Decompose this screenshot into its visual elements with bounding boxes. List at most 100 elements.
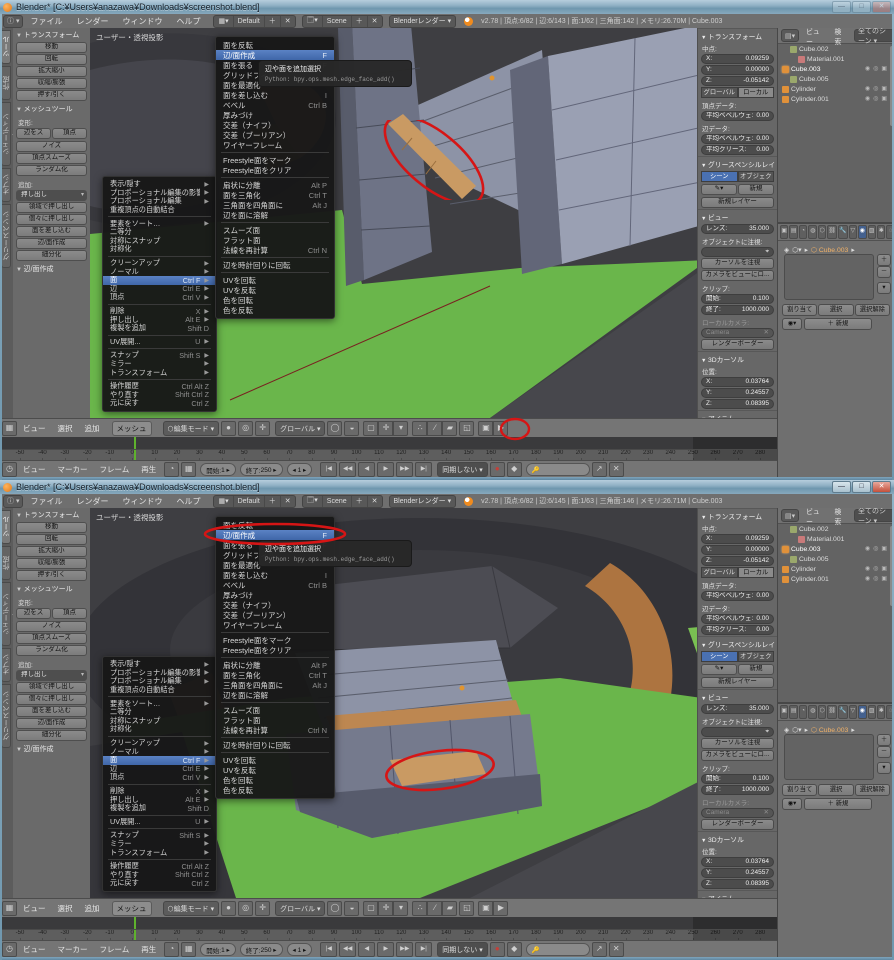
visibility-eye-icon[interactable]: ◉ [865,545,870,552]
vertex-slide-button[interactable]: 頂点 [52,608,87,619]
gpencil-new-button[interactable]: 新規 [738,664,774,675]
sync-dropdown[interactable]: 同期しない ▾ [437,942,487,957]
face-submenu-item-28[interactable]: 色を回転 [216,775,334,785]
add-button-3[interactable]: 辺/面作成 [16,238,87,249]
panel-header-operator[interactable]: 辺/面作成 [13,262,90,275]
face-submenu-item-5[interactable]: 面を差し込むI [216,90,334,100]
slot-specials-button[interactable]: ▾ [877,282,891,294]
layout-add-button[interactable]: ＋ [265,496,281,507]
properties-tab-material[interactable]: ◉ [858,705,866,719]
viewport-shading-dropdown[interactable]: ● [221,901,236,916]
gpencil-object-toggle[interactable]: オブジェクト [738,171,775,182]
toolshelf-tab-3[interactable]: オプション [1,648,11,682]
close-button[interactable]: ✕ [872,1,891,13]
face-submenu-item-29[interactable]: 色を反転 [216,785,334,795]
space-toggle[interactable]: グローバルローカル [701,87,774,98]
timeline-canvas[interactable] [0,917,777,929]
properties-tab-render-layers[interactable]: ▤ [789,225,797,239]
occlude-geometry-icon[interactable]: ◱ [459,901,474,916]
visibility-eye-icon[interactable]: ◉ [865,95,870,102]
face-submenu-item-22[interactable]: 法線を再計算Ctrl N [216,245,334,255]
frame-lock-icon[interactable]: ▦ [181,462,196,477]
material-slot-list[interactable] [784,254,874,300]
scene-add-button[interactable]: ＋ [352,496,368,507]
prev-keyframe-button[interactable]: ◀◀ [339,462,356,477]
manipulator-icon[interactable]: ✛ [255,901,270,916]
current-frame-playhead[interactable] [134,437,136,449]
face-submenu-item-17[interactable]: 三角面を四角面にAlt J [216,680,334,690]
slot-specials-button[interactable]: ▾ [877,762,891,774]
layout-add-button[interactable]: ＋ [265,16,281,27]
slot-op-0[interactable]: 割り当て [782,304,817,316]
face-submenu-item-10[interactable]: ワイヤーフレーム [216,620,334,630]
next-keyframe-button[interactable]: ▶▶ [396,942,413,957]
keying-set-icon[interactable]: ◆ [507,462,522,477]
proportional-edit-icon[interactable]: ◯ [327,421,342,436]
pivot-point-dropdown[interactable]: ◎ [238,901,253,916]
menu-3[interactable]: ヘルプ [176,16,200,27]
tool-button-4[interactable]: 押す/引く [16,570,87,581]
slot-add-button[interactable]: ＋ [877,254,891,266]
mesh-context-menu-item-18[interactable]: 複製を追加Shift D [103,324,216,333]
vertex-slide-button[interactable]: 頂点 [52,128,87,139]
scene-add-button[interactable]: ＋ [352,16,368,27]
layout-delete-icon[interactable]: ✕ [281,16,295,27]
mesh-context-menu-item-24[interactable]: トランスフォーム▶ [103,368,216,377]
toolshelf-tab-1[interactable]: 作成 [1,66,11,100]
local-camera-field[interactable]: Camera✕ [701,328,774,338]
new-layer-button[interactable]: 新規レイヤー [701,197,774,208]
record-button[interactable]: ● [490,462,505,477]
face-submenu-item-27[interactable]: UVを反転 [216,765,334,775]
outliner-row-1[interactable]: Material.001 [778,534,894,544]
cursor-field-0[interactable]: X:0.03764 [701,377,774,387]
editor-type-button[interactable]: ⓘ ▾ [3,15,23,28]
face-submenu-item-8[interactable]: 交差（ナイフ） [216,120,334,130]
next-keyframe-button[interactable]: ▶▶ [396,462,413,477]
menu-1[interactable]: レンダー [76,16,108,27]
clip-end-field[interactable]: 終了:1000.000 [701,305,774,315]
mesh-context-menu-item-8[interactable]: 対称化 [103,725,216,734]
median-field-1[interactable]: Y:0.00000 [701,545,774,555]
face-submenu-item-26[interactable]: UVを回転 [216,275,334,285]
tool-button-3[interactable]: 収縮/膨張 [16,558,87,569]
mesh-context-menu-item-20[interactable]: UV展開...U▶ [103,338,216,347]
mesh-context-menu-item-3[interactable]: 重複頂点の自動結合 [103,686,216,695]
minimize-button[interactable]: — [832,1,851,13]
renderable-camera-icon[interactable]: ▣ [881,85,887,92]
outliner-row-3[interactable]: Cube.005 [778,554,894,564]
properties-tab-texture[interactable]: ▨ [868,225,876,239]
renderable-camera-icon[interactable]: ▣ [881,65,887,72]
maximize-button[interactable]: □ [852,481,871,493]
mesh-context-menu-item-28[interactable]: 元に戻すCtrl Z [103,879,216,888]
face-submenu-item-6[interactable]: ベベルCtrl B [216,100,334,110]
timeline-menu-0[interactable]: ビュー [23,944,46,955]
global-toggle[interactable]: グローバル [701,87,738,98]
vertex-bevel-field[interactable]: 平均ベベルウェ:0.00 [701,111,774,121]
outliner-row-4[interactable]: Cylinder◉◎▣ [778,84,894,94]
global-toggle[interactable]: グローバル [701,567,738,578]
menu-3[interactable]: ヘルプ [176,496,200,507]
properties-tab-data[interactable]: ▽ [849,705,857,719]
screen-layout-selector[interactable]: ▦▾Default＋✕ [213,495,295,508]
edge-slide-button[interactable]: 辺をス [16,608,51,619]
face-submenu-item-9[interactable]: 交差（ブーリアン） [216,130,334,140]
lens-field[interactable]: レンズ:35.000 [701,224,774,234]
select-mode-face-icon[interactable]: ▰ [442,421,457,436]
timeline-editor-type-button[interactable]: ◷ [2,462,17,477]
face-submenu-item-12[interactable]: Freestyle面をマーク [216,635,334,645]
outliner-editor-type-button[interactable]: ▤▾ [781,29,799,42]
panel-header-transform[interactable]: トランスフォーム [13,28,90,41]
view3d-menu-0[interactable]: ビュー [23,423,46,434]
add-button-1[interactable]: 個々に押し出し [16,694,87,705]
panel-header-operator[interactable]: 辺/面作成 [13,742,90,755]
edge-bevel-field[interactable]: 平均ベベルウェ:0.00 [701,614,774,624]
renderable-camera-icon[interactable]: ▣ [881,545,887,552]
viewport-3d[interactable]: ユーザー・透視投影表示/隠す▶プロポーショナル編集の影響減衰タイプ▶プロポーショ… [90,508,777,898]
current-frame-field[interactable]: ◂ 1 ▸ [287,943,313,956]
opengl-render-still-icon[interactable]: ▣ [478,421,493,436]
visibility-eye-icon[interactable]: ◉ [865,85,870,92]
outliner-row-0[interactable]: Cube.002 [778,524,894,534]
outliner-row-3[interactable]: Cube.005 [778,74,894,84]
median-field-0[interactable]: X:0.09259 [701,534,774,544]
prev-keyframe-button[interactable]: ◀◀ [339,942,356,957]
